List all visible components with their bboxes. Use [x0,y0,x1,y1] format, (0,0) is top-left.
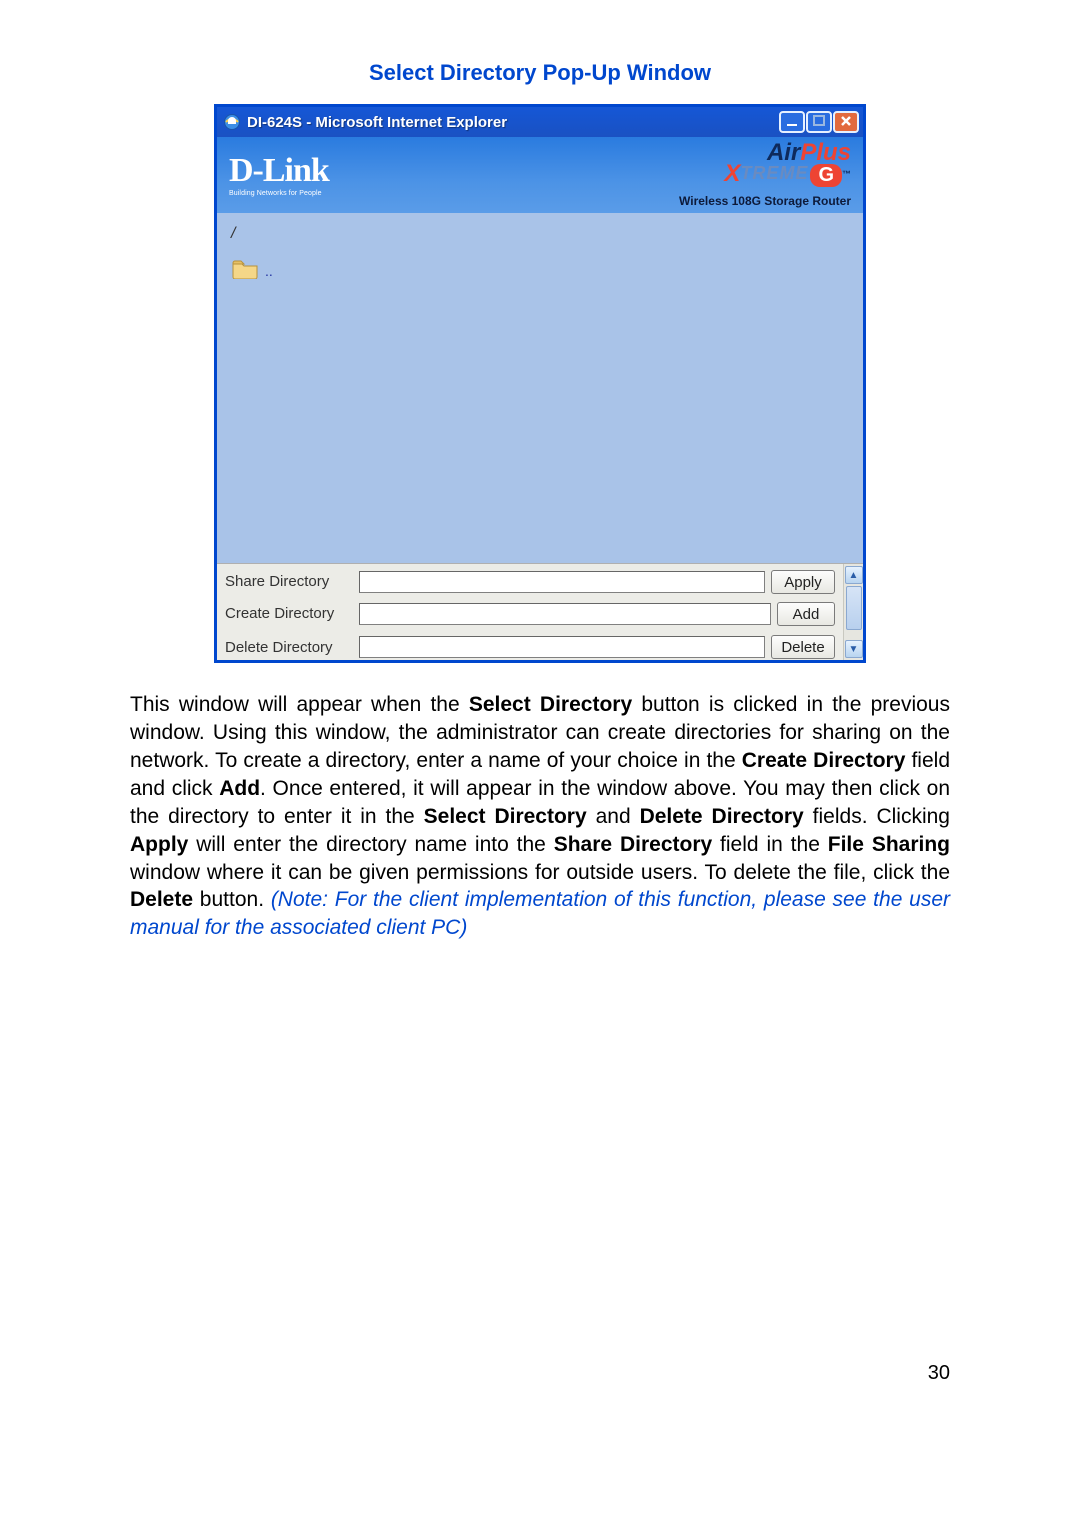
scroll-up-button[interactable]: ▲ [845,566,863,584]
product-line-2: XTREME G ™ [679,160,851,188]
window-controls [779,111,859,133]
share-directory-input[interactable] [359,571,765,593]
maximize-button[interactable] [806,111,832,133]
chevron-up-icon: ▲ [849,570,859,581]
close-icon [839,114,853,130]
create-directory-label: Create Directory [225,606,353,623]
description-paragraph: This window will appear when the Select … [130,691,950,942]
section-heading: Select Directory Pop-Up Window [130,60,950,86]
minimize-button[interactable] [779,111,805,133]
close-button[interactable] [833,111,859,133]
add-button[interactable]: Add [777,602,835,626]
window-titlebar[interactable]: DI-624S - Microsoft Internet Explorer [217,107,863,137]
form-panel: Share Directory Apply Create Directory A… [217,563,863,660]
directory-browser: / .. [217,213,863,563]
brand-banner: D-Link Building Networks for People AirP… [217,137,863,213]
parent-directory-link[interactable]: .. [265,263,273,279]
vertical-scrollbar[interactable]: ▲ ▼ [843,564,863,660]
scroll-thumb[interactable] [846,586,862,630]
product-subtitle: Wireless 108G Storage Router [679,194,851,208]
share-directory-label: Share Directory [225,574,353,591]
dlink-logo: D-Link [229,154,329,188]
minimize-icon [785,114,799,130]
create-directory-input[interactable] [359,603,771,625]
delete-directory-input[interactable] [359,636,765,658]
dlink-tagline: Building Networks for People [229,190,329,197]
ie-icon [223,113,241,131]
delete-button[interactable]: Delete [771,635,835,659]
current-path: / [231,225,849,243]
scroll-down-button[interactable]: ▼ [845,640,863,658]
delete-directory-label: Delete Directory [225,640,353,655]
popup-window: DI-624S - Microsoft Internet Explorer [214,104,866,663]
maximize-icon [812,114,826,130]
folder-up-icon[interactable] [231,257,259,284]
apply-button[interactable]: Apply [771,570,835,594]
window-title: DI-624S - Microsoft Internet Explorer [247,114,507,131]
page-number: 30 [130,1362,950,1385]
chevron-down-icon: ▼ [849,644,859,655]
